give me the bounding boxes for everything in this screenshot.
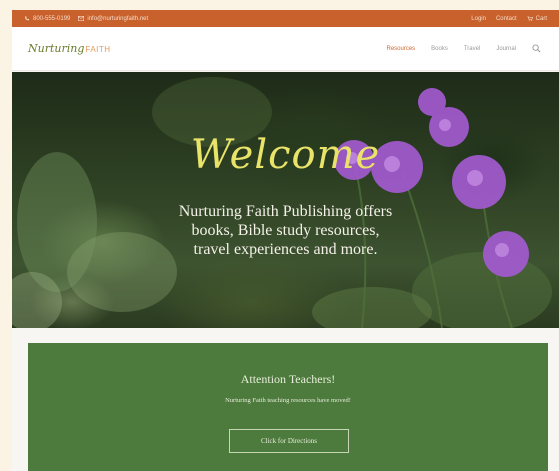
teachers-announcement: Attention Teachers! Nurturing Faith teac… bbox=[28, 343, 548, 471]
nav-item-books[interactable]: Books bbox=[431, 46, 448, 52]
login-link[interactable]: Login bbox=[471, 16, 486, 22]
email-text: info@nurturingfaith.net bbox=[87, 15, 149, 22]
search-icon[interactable] bbox=[532, 44, 541, 53]
nav-item-journal[interactable]: Journal bbox=[496, 46, 516, 52]
cart-link[interactable]: Cart bbox=[526, 15, 547, 22]
main-navigation: Nurturing FAITH Resources Books Travel J… bbox=[12, 27, 559, 71]
top-bar: 800-555-0199 info@nurturingfaith.net Log… bbox=[12, 10, 559, 27]
announcement-text: Nurturing Faith teaching resources have … bbox=[225, 397, 351, 404]
contact-link[interactable]: Contact bbox=[496, 16, 517, 22]
logo-caps-text: FAITH bbox=[85, 45, 111, 54]
nav-item-travel[interactable]: Travel bbox=[464, 46, 480, 52]
contact-info: 800-555-0199 info@nurturingfaith.net bbox=[24, 16, 148, 22]
hero-banner: Welcome Nurturing Faith Publishing offer… bbox=[12, 72, 559, 328]
phone-link[interactable]: 800-555-0199 bbox=[24, 16, 70, 22]
announcement-title: Attention Teachers! bbox=[240, 372, 336, 386]
email-link[interactable]: info@nurturingfaith.net bbox=[78, 16, 148, 22]
flower-background-image bbox=[12, 77, 552, 328]
envelope-icon bbox=[78, 16, 85, 21]
logo-script-text: Nurturing bbox=[28, 42, 85, 55]
cart-label: Cart bbox=[535, 15, 547, 22]
phone-icon bbox=[25, 16, 30, 21]
browser-page: 800-555-0199 info@nurturingfaith.net Log… bbox=[12, 10, 559, 471]
nav-menu: Resources Books Travel Journal bbox=[386, 44, 541, 53]
nav-item-resources[interactable]: Resources bbox=[386, 46, 415, 52]
directions-button[interactable]: Click for Directions bbox=[229, 429, 349, 453]
hero-subtitle-line: travel experiences and more. bbox=[193, 241, 378, 258]
site-logo[interactable]: Nurturing FAITH bbox=[28, 42, 111, 55]
hero-subtitle-line: books, Bible study resources, bbox=[191, 222, 380, 239]
hero-subtitle-line: Nurturing Faith Publishing offers bbox=[178, 203, 393, 220]
welcome-heading: Welcome bbox=[190, 132, 381, 178]
phone-text: 800-555-0199 bbox=[33, 15, 71, 22]
hero-subtitle: Nurturing Faith Publishing offers books,… bbox=[12, 202, 559, 259]
cart-icon bbox=[526, 16, 533, 21]
account-links: Login Contact Cart bbox=[471, 16, 547, 22]
